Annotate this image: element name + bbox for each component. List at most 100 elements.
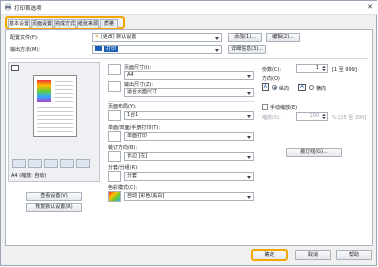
page-size-dropdown[interactable]: A4: [124, 71, 254, 80]
print-preferences-window: 打印首选项 ✕ 基本设置 页面设置 完成方式 纸张来源 质量 配置文件(F): …: [0, 0, 377, 266]
landscape-radio[interactable]: [309, 85, 314, 90]
layout-dropdown[interactable]: 1合1: [124, 111, 254, 120]
output-size-label: 输出尺寸(Z):: [124, 82, 154, 88]
text-line: [55, 81, 73, 82]
chevron-down-icon: [215, 37, 219, 40]
restore-defaults-button[interactable]: 恢复默认设置(R): [26, 203, 82, 212]
tab-bar: 基本设置 页面设置 完成方式 纸张来源 质量: [5, 16, 125, 29]
chevron-down-icon: [247, 176, 251, 179]
binding-dropdown[interactable]: 长边 [左]: [124, 152, 254, 161]
preview-caption: A4 (缩放: 自动): [11, 173, 47, 179]
preview-toolbar: [12, 159, 96, 169]
text-line: [37, 131, 73, 132]
layout-icon-2[interactable]: [28, 159, 42, 168]
increment-icon[interactable]: [322, 114, 326, 116]
duplex-dropdown[interactable]: 单面打印: [124, 132, 254, 141]
portrait-icon: A: [262, 83, 269, 91]
layout-label: 页面布局(Y):: [108, 104, 137, 110]
text-line: [37, 127, 73, 128]
help-button[interactable]: 帮助: [336, 250, 372, 260]
profile-dropdown[interactable]: ✎ (更改) 默认设置: [92, 33, 222, 42]
tab-basic-settings[interactable]: 基本设置: [8, 19, 30, 28]
edit-profile-button[interactable]: 编辑(2)...: [266, 33, 300, 42]
duplex-label: 单面/双面/手册打印(T):: [108, 125, 161, 131]
text-line: [37, 107, 73, 108]
decrement-icon[interactable]: [322, 117, 326, 119]
color-mode-icon: [108, 191, 121, 202]
scale-spinner[interactable]: 100: [296, 112, 328, 121]
print-output-icon: [95, 46, 102, 51]
settings-panel: 配置文件(F): ✎ (更改) 默认设置 添加(1)... 编辑(2)... 输…: [5, 29, 373, 246]
portrait-radio[interactable]: [272, 85, 277, 90]
orientation-label: 方向(O): [262, 76, 280, 82]
profile-label: 配置文件(F):: [10, 35, 39, 41]
chevron-down-icon: [247, 92, 251, 95]
collate-dropdown[interactable]: 分套: [124, 172, 254, 181]
binding-label: 装订方向(B):: [108, 145, 138, 151]
text-line: [37, 111, 73, 112]
collate-icon: [108, 171, 121, 182]
copies-spinner[interactable]: 1: [296, 64, 328, 73]
text-line: [55, 101, 73, 102]
color-mode-dropdown[interactable]: 自动 [彩色/黑白]: [124, 192, 254, 201]
sample-image: [37, 80, 51, 102]
output-method-label: 输出方法(M):: [10, 47, 40, 53]
gutter-button[interactable]: 装订线(G)...: [286, 148, 342, 157]
output-method-dropdown[interactable]: 打印: [92, 45, 222, 54]
copies-range: [1 至 999]: [332, 67, 357, 73]
output-size-dropdown[interactable]: 适合页面尺寸: [124, 88, 254, 97]
title-bar: 打印首选项 ✕: [1, 1, 377, 15]
view-settings-button[interactable]: 查看设置(V): [26, 192, 82, 201]
layout-icon: [108, 110, 121, 121]
copies-label: 份数(C):: [262, 67, 282, 73]
cancel-button[interactable]: 取消: [295, 250, 331, 260]
printer-icon: [5, 3, 11, 11]
portrait-label: 纵向: [279, 86, 290, 92]
chevron-down-icon: [247, 156, 251, 159]
text-line: [37, 119, 73, 120]
landscape-icon: A: [298, 84, 306, 91]
chevron-down-icon: [215, 49, 219, 52]
preview-pane: A4 (缩放: 自动): [8, 62, 100, 182]
manual-scaling-label: 手动缩放(E): [270, 105, 298, 111]
layout-icon-4[interactable]: [60, 159, 74, 168]
chevron-down-icon: [247, 75, 251, 78]
tab-page-setup[interactable]: 页面设置: [31, 19, 53, 28]
scale-label: 缩放(S):: [262, 115, 281, 121]
preview-page: [33, 75, 77, 137]
decrement-icon[interactable]: [322, 69, 326, 71]
increment-icon[interactable]: [322, 66, 326, 68]
text-line: [55, 97, 73, 98]
scale-range: % [25 至 200]: [332, 115, 367, 121]
layout-icon-5[interactable]: [76, 159, 90, 168]
manual-scaling-checkbox[interactable]: [262, 104, 268, 110]
color-mode-label: 色彩模式(C):: [108, 185, 138, 191]
window-title: 打印首选项: [14, 6, 42, 12]
text-line: [55, 89, 73, 90]
ok-button[interactable]: 确定: [251, 249, 288, 261]
page-size-icon: [108, 64, 121, 75]
chevron-down-icon: [247, 196, 251, 199]
tab-finishing[interactable]: 完成方式: [54, 19, 76, 28]
divider: [108, 101, 254, 102]
duplex-icon: [108, 131, 121, 142]
landscape-label: 横向: [316, 86, 327, 92]
tab-quality[interactable]: 质量: [100, 19, 118, 28]
layout-icon-3[interactable]: [44, 159, 58, 168]
add-profile-button[interactable]: 添加(1)...: [228, 33, 262, 42]
text-line: [55, 93, 73, 94]
close-icon[interactable]: ✕: [367, 3, 373, 11]
layout-icon-1[interactable]: [12, 159, 26, 168]
divider: [10, 58, 368, 59]
chevron-down-icon: [247, 136, 251, 139]
binding-icon: [108, 151, 121, 162]
page-size-label: 页面尺寸(I):: [124, 65, 152, 71]
chevron-down-icon: [247, 115, 251, 118]
output-size-icon: [108, 81, 121, 92]
tab-paper-source[interactable]: 纸张来源: [77, 19, 99, 28]
text-line: [37, 123, 73, 124]
collate-label: 分套/分组(R):: [108, 165, 139, 171]
text-line: [37, 115, 73, 116]
output-details-button[interactable]: 详细信息(3)...: [228, 45, 266, 54]
preview-mode-icon[interactable]: [11, 65, 19, 71]
